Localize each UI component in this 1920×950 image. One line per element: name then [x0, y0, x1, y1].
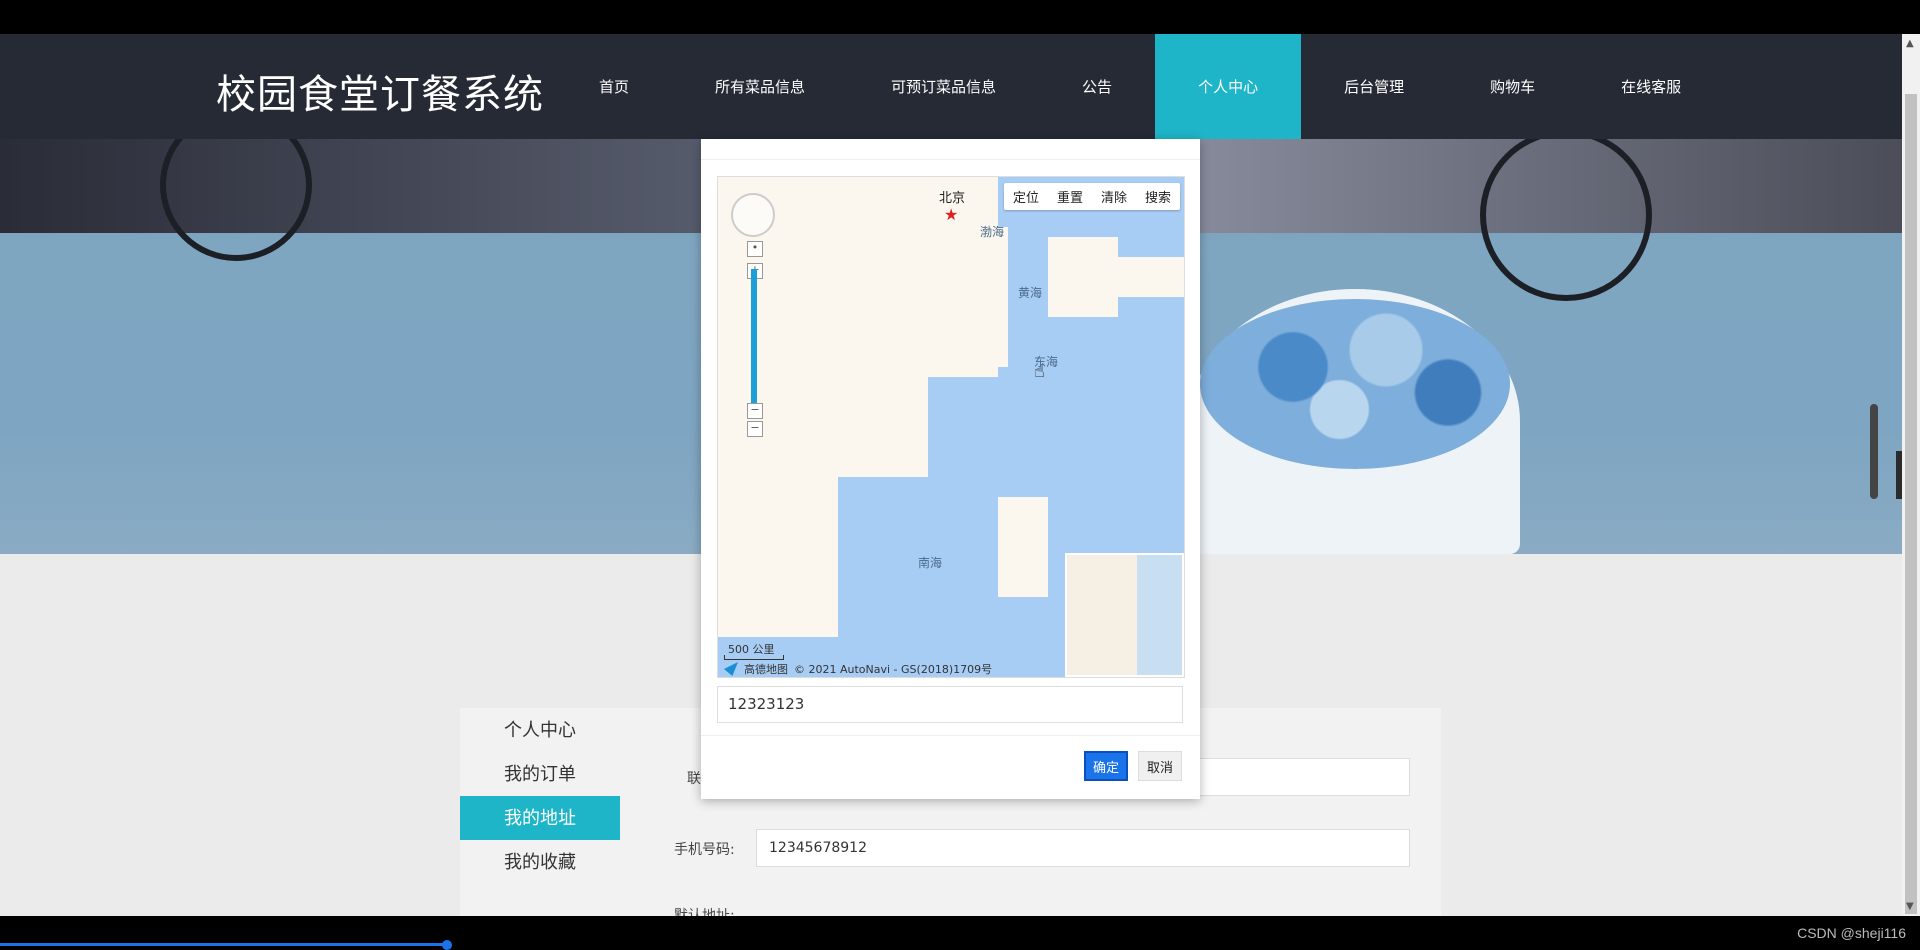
- menu-my-orders[interactable]: 我的订单: [460, 752, 620, 796]
- cancel-button[interactable]: 取消: [1138, 751, 1182, 781]
- dialog-footer-divider: [701, 735, 1200, 736]
- banner-decoration: [1480, 139, 1652, 301]
- browser-top-bar: [0, 0, 1920, 34]
- credit-text: CSDN @sheji116: [1797, 925, 1906, 941]
- video-progress-handle[interactable]: [442, 940, 452, 950]
- scroll-down-icon[interactable]: ▼: [1906, 901, 1914, 912]
- scroll-up-icon[interactable]: ▲: [1906, 38, 1914, 49]
- nav-online-service[interactable]: 在线客服: [1578, 34, 1724, 139]
- contact-label: 联: [687, 771, 701, 787]
- map-provider: 高德地图: [744, 663, 788, 676]
- map-scale-bar: [724, 655, 784, 660]
- map-land: [718, 467, 838, 637]
- menu-my-addresses[interactable]: 我的地址: [460, 796, 620, 840]
- map-land: [968, 227, 1008, 367]
- banner-decoration: [160, 139, 312, 261]
- menu-my-favorites[interactable]: 我的收藏: [460, 840, 620, 884]
- map-copyright: 高德地图 © 2021 AutoNavi - GS(2018)1709号: [724, 661, 992, 677]
- map-copyright-text: © 2021 AutoNavi - GS(2018)1709号: [794, 663, 993, 676]
- zoom-handle[interactable]: −: [747, 403, 763, 419]
- video-progress-bar[interactable]: [0, 943, 448, 946]
- browser-bottom-bar: CSDN @sheji116: [0, 916, 1920, 950]
- nav-admin[interactable]: 后台管理: [1301, 34, 1447, 139]
- map-land: [998, 497, 1048, 597]
- locate-button[interactable]: 定位: [1004, 183, 1048, 210]
- reset-button[interactable]: 重置: [1048, 183, 1092, 210]
- map-label-beijing: 北京: [939, 191, 966, 206]
- nav-personal-center[interactable]: 个人中心: [1155, 34, 1302, 139]
- nav-cart[interactable]: 购物车: [1447, 34, 1578, 139]
- page-scrollbar[interactable]: ▲ ▼: [1902, 34, 1920, 916]
- nav-home[interactable]: 首页: [556, 34, 672, 139]
- map-land: [1108, 257, 1184, 297]
- personal-menu: 个人中心 我的订单 我的地址 我的收藏: [460, 708, 620, 884]
- phone-input[interactable]: 12345678912: [756, 829, 1410, 867]
- dialog-header: [701, 139, 1200, 160]
- banner-slider-handle[interactable]: [1870, 404, 1878, 499]
- amap-logo-icon: [724, 662, 738, 676]
- confirm-button[interactable]: 确定: [1084, 751, 1128, 781]
- banner-flowers-image: [1200, 299, 1510, 469]
- nav-announcements[interactable]: 公告: [1039, 34, 1155, 139]
- main-nav: 首页 所有菜品信息 可预订菜品信息 公告 个人中心 后台管理 购物车 在线客服: [556, 34, 1724, 139]
- map-locate-dot-icon[interactable]: •: [747, 241, 763, 257]
- menu-personal-center[interactable]: 个人中心: [460, 708, 620, 752]
- phone-label: 手机号码:: [674, 842, 735, 858]
- map-view[interactable]: • + − − 定位 重置 清除 搜索 北京 ★ 渤海 黄海 东海 南海 ☝ 5…: [717, 176, 1185, 678]
- map-toolbar: 定位 重置 清除 搜索: [1003, 183, 1180, 210]
- site-header: 校园食堂订餐系统 首页 所有菜品信息 可预订菜品信息 公告 个人中心 后台管理 …: [0, 34, 1902, 139]
- default-address-label: 默认地址:: [674, 908, 735, 916]
- map-picker-dialog: • + − − 定位 重置 清除 搜索 北京 ★ 渤海 黄海 东海 南海 ☝ 5…: [701, 139, 1200, 799]
- zoom-out-icon[interactable]: −: [747, 421, 763, 437]
- map-overview-land: [1067, 555, 1137, 675]
- address-input[interactable]: 12323123: [717, 686, 1183, 723]
- map-label-bohai: 渤海: [980, 225, 1005, 239]
- nav-all-dishes[interactable]: 所有菜品信息: [672, 34, 848, 139]
- map-label-huanghai: 黄海: [1018, 286, 1043, 300]
- zoom-slider[interactable]: [751, 269, 757, 404]
- clear-button[interactable]: 清除: [1092, 183, 1136, 210]
- map-label-nanhai: 南海: [918, 556, 943, 570]
- map-pan-control[interactable]: [731, 193, 775, 237]
- map-overview[interactable]: [1065, 553, 1184, 677]
- nav-bookable-dishes[interactable]: 可预订菜品信息: [848, 34, 1039, 139]
- capital-star-icon: ★: [944, 205, 959, 224]
- scroll-thumb[interactable]: [1905, 94, 1917, 914]
- search-button[interactable]: 搜索: [1136, 183, 1180, 210]
- pointer-cursor-icon: ☝: [1034, 361, 1045, 382]
- site-brand[interactable]: 校园食堂订餐系统: [216, 62, 544, 120]
